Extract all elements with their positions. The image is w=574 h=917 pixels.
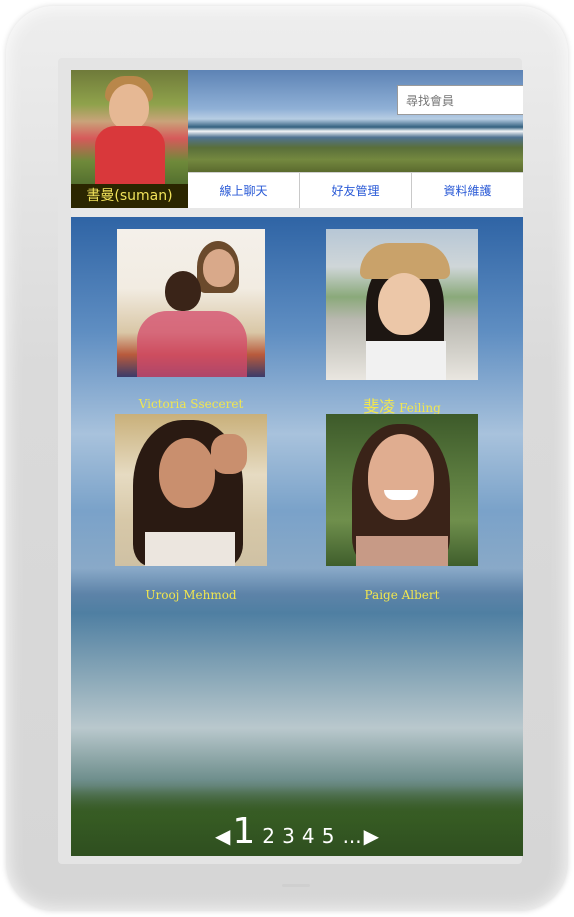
page-link-5[interactable]: 5: [322, 824, 335, 848]
previous-page-arrow-icon[interactable]: ◀: [215, 824, 230, 848]
avatar-shirt: [95, 126, 165, 184]
member-name-text: Feiling: [399, 401, 441, 415]
member-gallery: Victoria Sseceret 斐凌 Feiling Urooj Mehmo…: [71, 217, 523, 856]
member-name-text: Urooj Mehmod: [145, 588, 237, 602]
member-name-paige[interactable]: Paige Albert: [326, 588, 478, 602]
page-link-4[interactable]: 4: [302, 824, 315, 848]
page-link-3[interactable]: 3: [282, 824, 295, 848]
search-field[interactable]: [397, 85, 523, 115]
header-divider: [71, 208, 523, 217]
nav-profile-maintenance[interactable]: 資料維護: [412, 173, 523, 209]
nav-online-chat[interactable]: 線上聊天: [188, 173, 300, 209]
member-photo-victoria[interactable]: [117, 229, 265, 377]
avatar-face: [109, 84, 149, 130]
member-photo-paige[interactable]: [326, 414, 478, 566]
page-current: 1: [232, 811, 256, 852]
home-indicator: [282, 884, 310, 887]
member-name-urooj[interactable]: Urooj Mehmod: [115, 588, 267, 602]
page-link-2[interactable]: 2: [262, 824, 275, 848]
member-name-victoria[interactable]: Victoria Sseceret: [117, 397, 265, 411]
member-name-text: Victoria Sseceret: [138, 397, 244, 411]
main-nav: 線上聊天 好友管理 資料維護: [188, 172, 523, 209]
header-banner: 登出: [188, 70, 523, 172]
nav-friend-management[interactable]: 好友管理: [300, 173, 412, 209]
app-screen: 書曼(suman) 登出 線上聊天 好友管理 資料維護 Victoria: [71, 70, 523, 856]
user-avatar[interactable]: [71, 70, 188, 184]
member-name-text: Paige Albert: [364, 588, 440, 602]
next-page-arrow-icon[interactable]: ▶: [364, 824, 379, 848]
search-input[interactable]: [404, 87, 518, 115]
member-photo-feiling[interactable]: [326, 229, 478, 380]
more-pages-ellipsis[interactable]: ...: [343, 824, 362, 848]
pagination: ◀1 2 3 4 5 ... ▶: [71, 812, 523, 852]
member-photo-urooj[interactable]: [115, 414, 267, 566]
user-name-label: 書曼(suman): [71, 184, 188, 208]
